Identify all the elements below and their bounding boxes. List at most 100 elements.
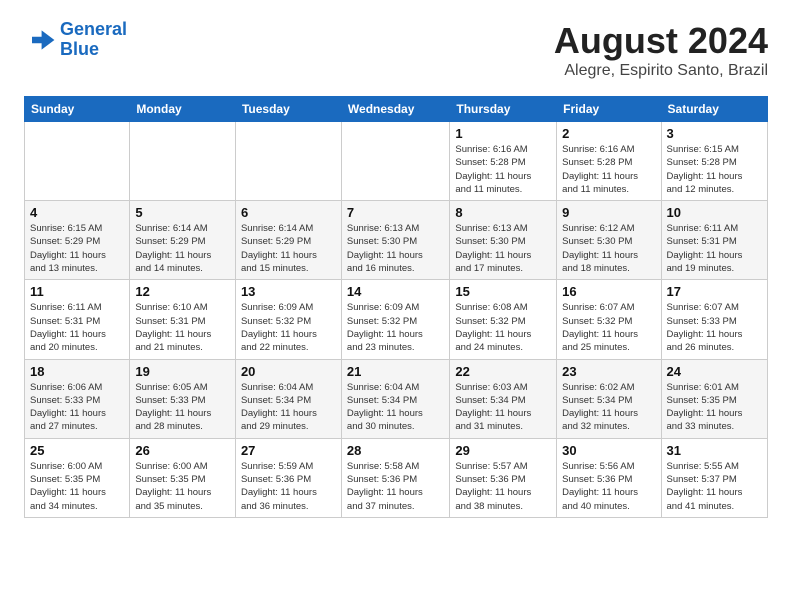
week-row-5: 25 Sunrise: 6:00 AM Sunset: 5:35 PM Dayli… bbox=[25, 438, 768, 517]
day-number: 6 bbox=[241, 205, 336, 220]
day-number: 9 bbox=[562, 205, 655, 220]
calendar-cell: 31 Sunrise: 5:55 AM Sunset: 5:37 PM Dayli… bbox=[661, 438, 767, 517]
day-number: 18 bbox=[30, 364, 124, 379]
logo-text: General Blue bbox=[60, 20, 127, 60]
calendar-cell bbox=[130, 122, 236, 201]
calendar-cell: 8 Sunrise: 6:13 AM Sunset: 5:30 PM Daylig… bbox=[450, 201, 557, 280]
day-info: Sunrise: 5:58 AM Sunset: 5:36 PM Dayligh… bbox=[347, 460, 444, 513]
day-number: 11 bbox=[30, 284, 124, 299]
day-number: 10 bbox=[667, 205, 762, 220]
calendar-cell: 23 Sunrise: 6:02 AM Sunset: 5:34 PM Dayli… bbox=[557, 359, 661, 438]
day-number: 24 bbox=[667, 364, 762, 379]
calendar-cell: 22Sunrise: 6:03 AM Sunset: 5:34 PM Dayli… bbox=[450, 359, 557, 438]
day-number: 27 bbox=[241, 443, 336, 458]
header: General Blue August 2024 Alegre, Espirit… bbox=[24, 20, 768, 80]
weekday-header-saturday: Saturday bbox=[661, 97, 767, 122]
calendar-cell: 4 Sunrise: 6:15 AM Sunset: 5:29 PM Daylig… bbox=[25, 201, 130, 280]
day-info: Sunrise: 6:13 AM Sunset: 5:30 PM Dayligh… bbox=[347, 222, 444, 275]
logo: General Blue bbox=[24, 20, 127, 60]
calendar-cell: 30 Sunrise: 5:56 AM Sunset: 5:36 PM Dayli… bbox=[557, 438, 661, 517]
day-number: 25 bbox=[30, 443, 124, 458]
weekday-header-thursday: Thursday bbox=[450, 97, 557, 122]
day-info: Sunrise: 6:04 AM Sunset: 5:34 PM Dayligh… bbox=[241, 381, 336, 434]
day-info: Sunrise: 6:15 AM Sunset: 5:28 PM Dayligh… bbox=[667, 143, 762, 196]
calendar-cell: 17 Sunrise: 6:07 AM Sunset: 5:33 PM Dayli… bbox=[661, 280, 767, 359]
day-info: Sunrise: 6:01 AM Sunset: 5:35 PM Dayligh… bbox=[667, 381, 762, 434]
month-year: August 2024 bbox=[554, 20, 768, 62]
day-number: 16 bbox=[562, 284, 655, 299]
calendar-cell: 3 Sunrise: 6:15 AM Sunset: 5:28 PM Daylig… bbox=[661, 122, 767, 201]
day-number: 2 bbox=[562, 126, 655, 141]
calendar-cell: 24 Sunrise: 6:01 AM Sunset: 5:35 PM Dayli… bbox=[661, 359, 767, 438]
day-info: Sunrise: 6:02 AM Sunset: 5:34 PM Dayligh… bbox=[562, 381, 655, 434]
calendar-cell: 20 Sunrise: 6:04 AM Sunset: 5:34 PM Dayli… bbox=[235, 359, 341, 438]
day-info: Sunrise: 6:11 AM Sunset: 5:31 PM Dayligh… bbox=[30, 301, 124, 354]
day-info: Sunrise: 6:09 AM Sunset: 5:32 PM Dayligh… bbox=[347, 301, 444, 354]
calendar-cell: 29Sunrise: 5:57 AM Sunset: 5:36 PM Dayli… bbox=[450, 438, 557, 517]
day-number: 15 bbox=[455, 284, 551, 299]
day-number: 31 bbox=[667, 443, 762, 458]
calendar-cell: 19Sunrise: 6:05 AM Sunset: 5:33 PM Dayli… bbox=[130, 359, 236, 438]
day-info: Sunrise: 6:08 AM Sunset: 5:32 PM Dayligh… bbox=[455, 301, 551, 354]
day-number: 26 bbox=[135, 443, 230, 458]
calendar-cell: 15 Sunrise: 6:08 AM Sunset: 5:32 PM Dayli… bbox=[450, 280, 557, 359]
day-number: 1 bbox=[455, 126, 551, 141]
day-number: 30 bbox=[562, 443, 655, 458]
week-row-1: 1 Sunrise: 6:16 AM Sunset: 5:28 PM Daylig… bbox=[25, 122, 768, 201]
day-number: 13 bbox=[241, 284, 336, 299]
calendar-cell: 28 Sunrise: 5:58 AM Sunset: 5:36 PM Dayli… bbox=[341, 438, 449, 517]
day-number: 4 bbox=[30, 205, 124, 220]
location: Alegre, Espirito Santo, Brazil bbox=[554, 62, 768, 80]
day-number: 28 bbox=[347, 443, 444, 458]
day-info: Sunrise: 6:10 AM Sunset: 5:31 PM Dayligh… bbox=[135, 301, 230, 354]
calendar-cell: 10 Sunrise: 6:11 AM Sunset: 5:31 PM Dayli… bbox=[661, 201, 767, 280]
day-info: Sunrise: 6:11 AM Sunset: 5:31 PM Dayligh… bbox=[667, 222, 762, 275]
calendar-cell: 25Sunrise: 6:00 AM Sunset: 5:35 PM Dayli… bbox=[25, 438, 130, 517]
day-info: Sunrise: 6:15 AM Sunset: 5:29 PM Dayligh… bbox=[30, 222, 124, 275]
calendar-cell: 9 Sunrise: 6:12 AM Sunset: 5:30 PM Daylig… bbox=[557, 201, 661, 280]
day-info: Sunrise: 6:07 AM Sunset: 5:33 PM Dayligh… bbox=[667, 301, 762, 354]
calendar-cell: 16Sunrise: 6:07 AM Sunset: 5:32 PM Dayli… bbox=[557, 280, 661, 359]
day-info: Sunrise: 6:12 AM Sunset: 5:30 PM Dayligh… bbox=[562, 222, 655, 275]
day-info: Sunrise: 6:09 AM Sunset: 5:32 PM Dayligh… bbox=[241, 301, 336, 354]
calendar-cell: 27 Sunrise: 5:59 AM Sunset: 5:36 PM Dayli… bbox=[235, 438, 341, 517]
weekday-header-monday: Monday bbox=[130, 97, 236, 122]
calendar-cell: 21 Sunrise: 6:04 AM Sunset: 5:34 PM Dayli… bbox=[341, 359, 449, 438]
day-info: Sunrise: 6:16 AM Sunset: 5:28 PM Dayligh… bbox=[455, 143, 551, 196]
calendar-cell: 18Sunrise: 6:06 AM Sunset: 5:33 PM Dayli… bbox=[25, 359, 130, 438]
day-info: Sunrise: 6:00 AM Sunset: 5:35 PM Dayligh… bbox=[135, 460, 230, 513]
day-number: 20 bbox=[241, 364, 336, 379]
weekday-header-sunday: Sunday bbox=[25, 97, 130, 122]
day-info: Sunrise: 5:56 AM Sunset: 5:36 PM Dayligh… bbox=[562, 460, 655, 513]
calendar-cell bbox=[25, 122, 130, 201]
calendar-cell: 11 Sunrise: 6:11 AM Sunset: 5:31 PM Dayli… bbox=[25, 280, 130, 359]
day-info: Sunrise: 5:57 AM Sunset: 5:36 PM Dayligh… bbox=[455, 460, 551, 513]
weekday-header-wednesday: Wednesday bbox=[341, 97, 449, 122]
day-number: 12 bbox=[135, 284, 230, 299]
day-number: 14 bbox=[347, 284, 444, 299]
calendar: SundayMondayTuesdayWednesdayThursdayFrid… bbox=[24, 96, 768, 518]
day-number: 17 bbox=[667, 284, 762, 299]
week-row-4: 18Sunrise: 6:06 AM Sunset: 5:33 PM Dayli… bbox=[25, 359, 768, 438]
day-number: 3 bbox=[667, 126, 762, 141]
day-number: 21 bbox=[347, 364, 444, 379]
day-number: 7 bbox=[347, 205, 444, 220]
page: General Blue August 2024 Alegre, Espirit… bbox=[0, 0, 792, 534]
calendar-cell: 1 Sunrise: 6:16 AM Sunset: 5:28 PM Daylig… bbox=[450, 122, 557, 201]
day-info: Sunrise: 6:04 AM Sunset: 5:34 PM Dayligh… bbox=[347, 381, 444, 434]
day-number: 8 bbox=[455, 205, 551, 220]
day-info: Sunrise: 6:16 AM Sunset: 5:28 PM Dayligh… bbox=[562, 143, 655, 196]
calendar-cell: 5Sunrise: 6:14 AM Sunset: 5:29 PM Daylig… bbox=[130, 201, 236, 280]
day-info: Sunrise: 5:59 AM Sunset: 5:36 PM Dayligh… bbox=[241, 460, 336, 513]
calendar-cell bbox=[341, 122, 449, 201]
day-info: Sunrise: 6:13 AM Sunset: 5:30 PM Dayligh… bbox=[455, 222, 551, 275]
weekday-header-friday: Friday bbox=[557, 97, 661, 122]
weekday-header-row: SundayMondayTuesdayWednesdayThursdayFrid… bbox=[25, 97, 768, 122]
calendar-cell: 6Sunrise: 6:14 AM Sunset: 5:29 PM Daylig… bbox=[235, 201, 341, 280]
calendar-cell: 2 Sunrise: 6:16 AM Sunset: 5:28 PM Daylig… bbox=[557, 122, 661, 201]
day-info: Sunrise: 5:55 AM Sunset: 5:37 PM Dayligh… bbox=[667, 460, 762, 513]
day-number: 23 bbox=[562, 364, 655, 379]
logo-line1: General bbox=[60, 19, 127, 39]
weekday-header-tuesday: Tuesday bbox=[235, 97, 341, 122]
logo-line2: Blue bbox=[60, 39, 99, 59]
